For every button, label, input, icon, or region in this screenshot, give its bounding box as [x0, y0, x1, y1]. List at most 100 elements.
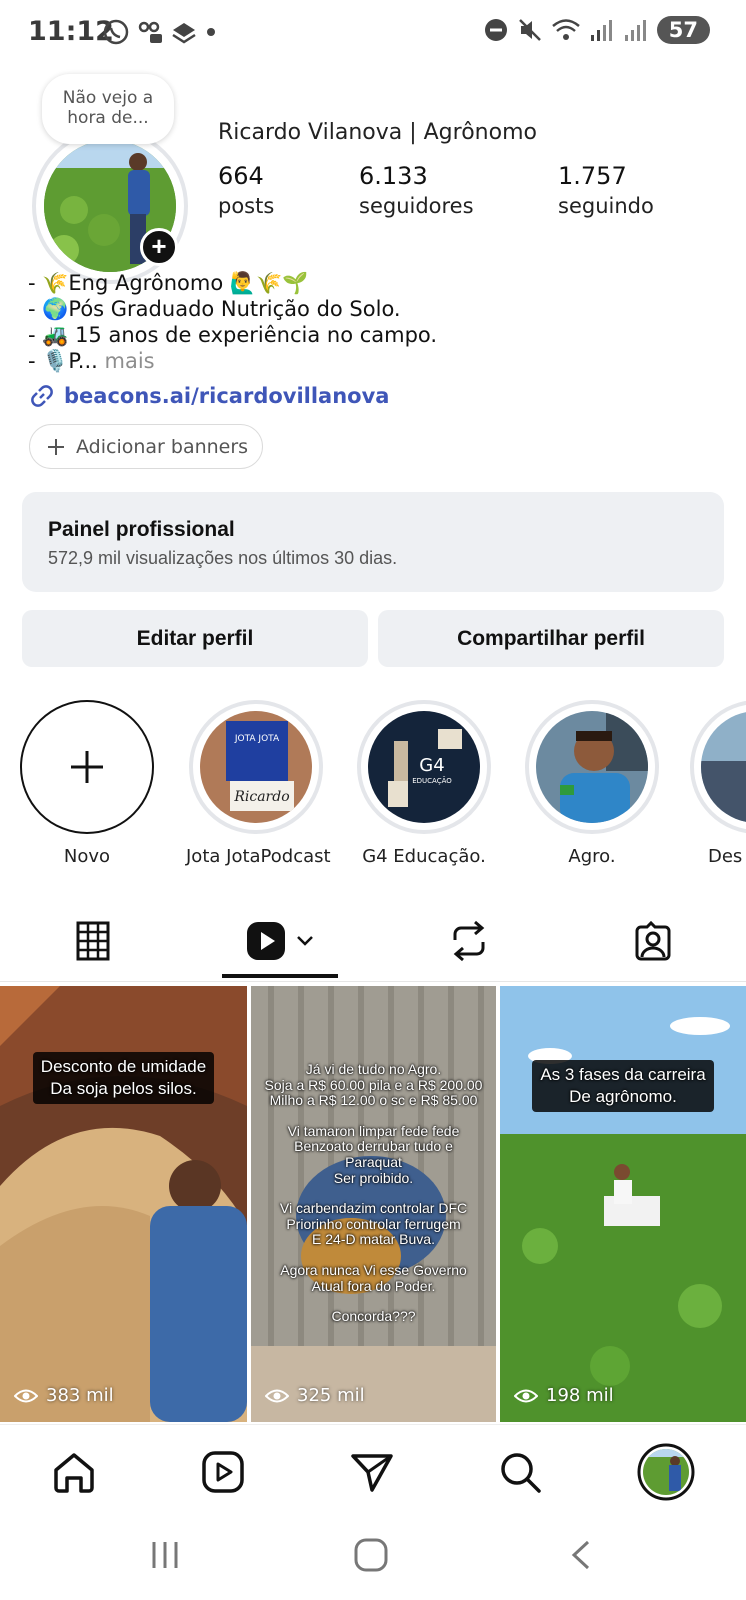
- professional-dashboard[interactable]: Painel profissional 572,9 mil visualizaç…: [22, 492, 724, 592]
- whatsapp-icon: [103, 19, 129, 45]
- bio-line: - 🚜 15 anos de experiência no campo.: [28, 323, 438, 347]
- profile-link[interactable]: beacons.ai/ricardovillanova: [28, 382, 389, 410]
- highlight-agro[interactable]: Agro.: [522, 700, 662, 867]
- new-highlight-circle: [20, 700, 154, 834]
- post-views: 198 mil: [514, 1385, 614, 1406]
- voicemail-icon: [138, 21, 162, 43]
- svg-text:EDUCAÇÃO: EDUCAÇÃO: [412, 776, 452, 785]
- caption-line: [251, 1109, 496, 1124]
- highlight-new[interactable]: Novo: [17, 700, 157, 867]
- profile-avatar[interactable]: +: [32, 128, 188, 284]
- grid-icon: [76, 921, 110, 961]
- tab-grid[interactable]: [40, 900, 146, 982]
- post-tile[interactable]: As 3 fases da carreira De agrônomo. 198 m…: [500, 986, 746, 1422]
- dot-icon: [207, 28, 215, 36]
- caption-line: Priorinho controlar ferrugem: [286, 1215, 461, 1232]
- eye-icon: [514, 1389, 538, 1402]
- edit-profile-button[interactable]: Editar perfil: [22, 610, 368, 667]
- add-story-button[interactable]: +: [140, 228, 178, 266]
- views-count: 325 mil: [297, 1385, 365, 1406]
- status-right-icons: 57: [483, 16, 710, 44]
- add-banners-label: Adicionar banners: [76, 435, 249, 458]
- stat-following[interactable]: 1.757 seguindo: [558, 162, 654, 218]
- tab-reels[interactable]: [222, 900, 338, 982]
- highlight-ring: G4 EDUCAÇÃO: [357, 700, 491, 834]
- repost-icon: [453, 920, 485, 962]
- caption-line: Soja a R$ 60.00 pila e a R$ 200.00: [264, 1076, 483, 1093]
- plus-icon: [48, 438, 64, 455]
- bottom-navigation: [0, 1424, 746, 1516]
- back-button[interactable]: [566, 1538, 596, 1572]
- system-navigation-bar: [0, 1516, 746, 1600]
- profile-note[interactable]: Não vejo a hora de...: [42, 74, 174, 144]
- bio-line: - 🌍Pós Graduado Nutrição do Solo.: [28, 297, 401, 321]
- eye-icon: [14, 1389, 38, 1402]
- plus-icon: [71, 751, 103, 783]
- battery-indicator: 57: [656, 16, 710, 44]
- caption-line: Já vi de tudo no Agro.: [305, 1061, 442, 1077]
- post-tile[interactable]: Desconto de umidade Da soja pelos silos. …: [0, 986, 247, 1422]
- post-thumbnail: [500, 986, 746, 1422]
- tagged-user-icon: [635, 921, 671, 961]
- profile-bio[interactable]: - 🌾Eng Agrônomo 🙋‍♂️🌾🌱 - 🌍Pós Graduado N…: [28, 270, 437, 374]
- status-left-icons: [102, 18, 218, 46]
- highlight-label: G4 Educação.: [362, 846, 486, 867]
- stat-posts-label: posts: [218, 194, 275, 218]
- home-button[interactable]: [352, 1536, 390, 1574]
- stat-followers-label: seguidores: [359, 194, 474, 218]
- signal-icon: [624, 20, 646, 41]
- wifi-icon: [551, 19, 580, 40]
- caption-line: Concorda???: [331, 1308, 416, 1325]
- bio-line: - 🎙️P...: [28, 349, 98, 373]
- recent-apps-button[interactable]: [148, 1538, 182, 1572]
- send-icon: [351, 1454, 393, 1492]
- stat-following-value: 1.757: [558, 162, 627, 190]
- share-profile-button[interactable]: Compartilhar perfil: [378, 610, 724, 667]
- nav-messages[interactable]: [347, 1447, 397, 1497]
- bio-more-link[interactable]: mais: [98, 349, 155, 373]
- note-text: Não vejo a hora de...: [62, 88, 154, 128]
- caption-line: De agrônomo.: [569, 1087, 677, 1106]
- caption-line: As 3 fases da carreira: [540, 1065, 706, 1084]
- post-views: 383 mil: [14, 1385, 114, 1406]
- stat-followers-value: 6.133: [359, 162, 428, 190]
- add-banners-button[interactable]: Adicionar banners: [29, 424, 263, 469]
- reels-icon: [202, 1451, 244, 1493]
- caption-line: [251, 1294, 496, 1309]
- caption-line: Paraquat: [345, 1153, 402, 1170]
- tab-reposts[interactable]: [416, 900, 522, 982]
- tab-tagged[interactable]: [600, 900, 706, 982]
- post-views: 325 mil: [265, 1385, 365, 1406]
- dnd-icon: [484, 19, 507, 41]
- reels-play-icon: [247, 922, 285, 960]
- nav-search[interactable]: [495, 1447, 545, 1497]
- highlight-g4[interactable]: G4 EDUCAÇÃO G4 Educação.: [354, 700, 494, 867]
- nav-profile[interactable]: [637, 1443, 695, 1501]
- stat-posts-value: 664: [218, 162, 264, 190]
- highlight-ring: [525, 700, 659, 834]
- highlight-label: Novo: [63, 846, 111, 867]
- highlight-partial[interactable]: Des: [690, 700, 746, 867]
- search-icon: [501, 1453, 541, 1493]
- panel-subtitle: 572,9 mil visualizações nos últimos 30 d…: [48, 548, 398, 568]
- layers-icon: [172, 23, 196, 44]
- caption-line: Milho a R$ 12.00 o sc e R$ 85.00: [269, 1092, 478, 1109]
- caption-line: Ser proibido.: [333, 1169, 414, 1186]
- nav-home[interactable]: [49, 1447, 99, 1497]
- stat-following-label: seguindo: [558, 194, 654, 218]
- chevron-down-icon: [297, 936, 313, 946]
- highlight-label: Jota JotaPodcast: [186, 846, 331, 867]
- stat-posts[interactable]: 664 posts: [218, 162, 274, 218]
- home-icon: [54, 1453, 94, 1493]
- stat-followers[interactable]: 6.133 seguidores: [359, 162, 474, 218]
- post-tile[interactable]: Já vi de tudo no Agro. Soja a R$ 60.00 p…: [251, 986, 496, 1422]
- mute-icon: [518, 19, 541, 41]
- highlight-jota[interactable]: Ricardo JOTA JOTA Jota JotaPodcast: [186, 700, 331, 867]
- svg-text:Ricardo: Ricardo: [233, 789, 289, 805]
- caption-line: Desconto de umidade: [40, 1057, 207, 1076]
- nav-reels[interactable]: [198, 1447, 248, 1497]
- caption-line: Benzoato derrubar tudo e: [294, 1138, 453, 1155]
- status-bar: 11:12 57: [0, 0, 746, 64]
- views-count: 198 mil: [546, 1385, 614, 1406]
- profile-link-text: beacons.ai/ricardovillanova: [64, 384, 390, 408]
